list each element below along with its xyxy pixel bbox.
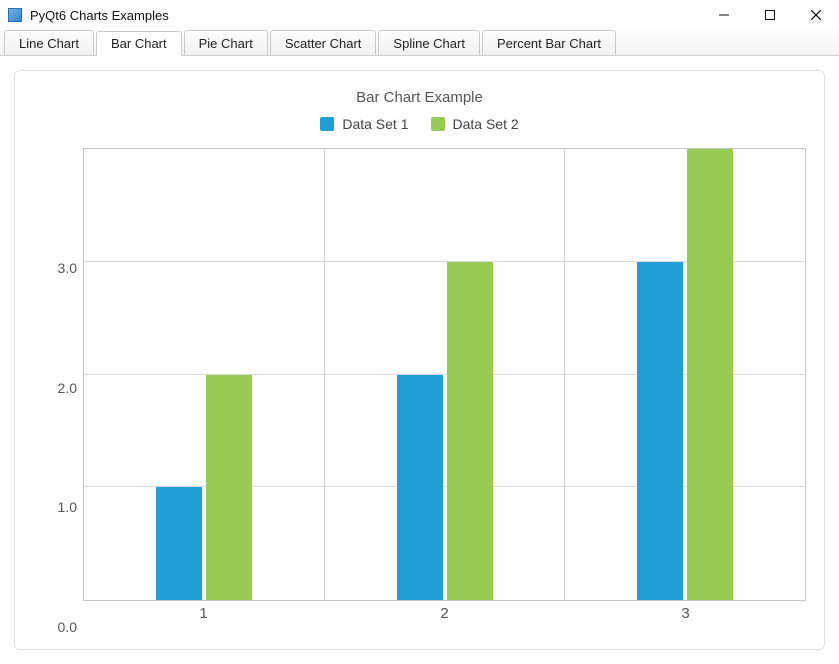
tab-bar-chart[interactable]: Bar Chart xyxy=(96,31,182,56)
legend-label: Data Set 2 xyxy=(453,116,519,132)
category-group xyxy=(325,149,566,600)
app-icon xyxy=(8,8,22,22)
tab-spline-chart[interactable]: Spline Chart xyxy=(378,30,480,55)
y-tick-label: 1.0 xyxy=(35,499,77,515)
y-tick-label: 2.0 xyxy=(35,380,77,396)
chart-title: Bar Chart Example xyxy=(33,89,806,106)
legend-item-0[interactable]: Data Set 1 xyxy=(320,116,408,132)
category-group xyxy=(84,149,325,600)
bar-series-0[interactable] xyxy=(397,375,443,601)
legend-swatch-icon xyxy=(320,117,334,131)
window-title: PyQt6 Charts Examples xyxy=(30,8,169,23)
maximize-button[interactable] xyxy=(747,0,793,30)
x-tick-label: 2 xyxy=(324,601,565,627)
x-tick-label: 3 xyxy=(565,601,806,627)
bar-series-0[interactable] xyxy=(637,262,683,600)
legend-swatch-icon xyxy=(431,117,445,131)
titlebar-left: PyQt6 Charts Examples xyxy=(8,8,169,23)
plot-area xyxy=(83,148,806,601)
minimize-button[interactable] xyxy=(701,0,747,30)
legend-label: Data Set 1 xyxy=(342,116,408,132)
x-tick-label: 1 xyxy=(83,601,324,627)
bar-series-1[interactable] xyxy=(447,262,493,600)
y-tick-label: 0.0 xyxy=(35,619,77,635)
tab-scatter-chart[interactable]: Scatter Chart xyxy=(270,30,377,55)
close-button[interactable] xyxy=(793,0,839,30)
chart-legend: Data Set 1 Data Set 2 xyxy=(33,116,806,132)
y-axis: 0.01.02.03.0 xyxy=(33,148,83,627)
tab-strip: Line ChartBar ChartPie ChartScatter Char… xyxy=(0,30,839,56)
tab-percent-bar-chart[interactable]: Percent Bar Chart xyxy=(482,30,616,55)
category-group xyxy=(565,149,805,600)
content-area: Bar Chart Example Data Set 1 Data Set 2 0… xyxy=(0,56,839,664)
y-tick-label: 3.0 xyxy=(35,260,77,276)
plot-column: 123 xyxy=(83,148,806,627)
window-controls xyxy=(701,0,839,30)
legend-item-1[interactable]: Data Set 2 xyxy=(431,116,519,132)
bar-series-1[interactable] xyxy=(687,149,733,600)
tab-line-chart[interactable]: Line Chart xyxy=(4,30,94,55)
window-titlebar: PyQt6 Charts Examples xyxy=(0,0,839,30)
bar-series-0[interactable] xyxy=(156,487,202,600)
bar-series-1[interactable] xyxy=(206,375,252,601)
x-axis: 123 xyxy=(83,601,806,627)
chart-area: 0.01.02.03.0 123 xyxy=(33,148,806,627)
chart-card: Bar Chart Example Data Set 1 Data Set 2 0… xyxy=(14,70,825,650)
tab-pie-chart[interactable]: Pie Chart xyxy=(184,30,268,55)
